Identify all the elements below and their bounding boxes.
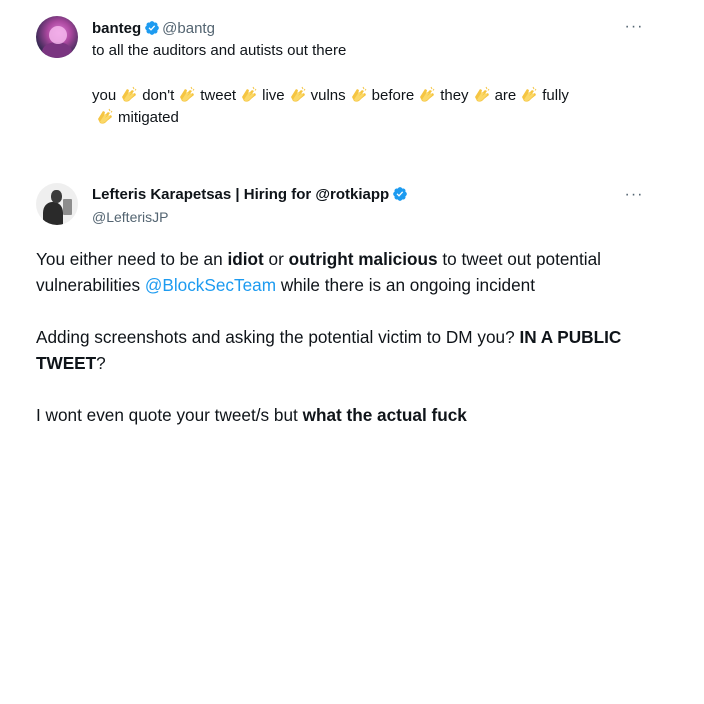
tweet-text-intro: to all the auditors and autists out ther…	[92, 42, 347, 59]
tweet-word: they	[440, 87, 469, 104]
verified-badge-icon	[393, 187, 408, 201]
tweet-word: fully	[542, 87, 569, 104]
clapping-hands-icon	[351, 86, 367, 102]
clapping-hands-icon	[122, 86, 137, 102]
tweet-author: banteg @bantg	[92, 20, 215, 38]
tweet-text: You either need to be an idiot or outrig…	[36, 246, 676, 454]
tweet-word: are	[494, 87, 517, 104]
clapping-hands-icon	[474, 86, 489, 102]
display-name[interactable]: banteg	[92, 20, 141, 37]
tweet-author: Lefteris Karapetsas | Hiring for @rotkia…	[92, 186, 410, 204]
handle[interactable]: @LefterisJP	[92, 208, 168, 226]
tweet-text-clap-line: you don't tweet live vulns before they are fully	[92, 85, 569, 107]
more-options-icon[interactable]: ···	[624, 19, 644, 35]
clapping-hands-icon	[522, 86, 537, 102]
tweet-paragraph: You either need to be an idiot or outrig…	[36, 249, 601, 295]
mention-link[interactable]: @BlockSecTeam	[145, 275, 276, 295]
tweet-word: vulns	[310, 87, 346, 104]
clapping-hands-icon	[98, 108, 113, 124]
tweet-text-clap-line: mitigated	[92, 107, 179, 129]
tweet-word: mitigated	[118, 109, 179, 126]
tweet-word: tweet	[200, 87, 237, 104]
clapping-hands-icon	[290, 86, 306, 102]
verified-badge-icon	[145, 21, 160, 35]
tweet-paragraph: Adding screenshots and asking the potent…	[36, 327, 622, 373]
tweet-word: don't	[142, 87, 175, 104]
tweet-word: live	[262, 87, 285, 104]
clapping-hands-icon	[242, 86, 257, 102]
clapping-hands-icon	[420, 86, 435, 102]
more-options-icon[interactable]: ···	[624, 187, 644, 203]
tweet-word: before	[371, 87, 415, 104]
clapping-hands-icon	[180, 86, 195, 102]
avatar[interactable]	[36, 16, 78, 58]
avatar[interactable]	[36, 183, 78, 225]
tweet-paragraph: I wont even quote your tweet/s but what …	[36, 405, 467, 425]
tweet-word: you	[92, 87, 117, 104]
display-name[interactable]: Lefteris Karapetsas | Hiring for @rotkia…	[92, 186, 389, 203]
handle[interactable]: @bantg	[162, 20, 215, 37]
